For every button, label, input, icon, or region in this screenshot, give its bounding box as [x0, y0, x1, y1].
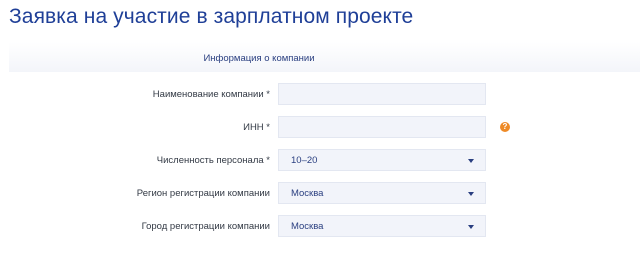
staff-count-value: 10–20: [291, 155, 318, 166]
page-title: Заявка на участие в зарплатном проекте: [9, 5, 414, 28]
chevron-down-icon: [468, 225, 474, 229]
inn-row: ИНН * ?: [0, 116, 640, 140]
inn-label: ИНН *: [243, 122, 270, 133]
city-label: Город регистрации компании: [141, 221, 270, 232]
company-name-input[interactable]: [278, 83, 486, 105]
help-icon[interactable]: ?: [500, 122, 510, 132]
region-row: Регион регистрации компании Москва: [0, 182, 640, 206]
chevron-down-icon: [468, 192, 474, 196]
company-name-label: Наименование компании *: [152, 89, 270, 100]
staff-count-label: Численность персонала *: [156, 155, 270, 166]
city-value: Москва: [291, 221, 324, 232]
region-value: Москва: [291, 188, 324, 199]
company-name-row: Наименование компании *: [0, 83, 640, 107]
staff-count-row: Численность персонала * 10–20: [0, 149, 640, 173]
city-row: Город регистрации компании Москва: [0, 215, 640, 239]
section-title: Информация о компании: [203, 53, 315, 64]
staff-count-select[interactable]: 10–20: [278, 149, 486, 171]
chevron-down-icon: [468, 159, 474, 163]
region-label: Регион регистрации компании: [136, 188, 270, 199]
inn-input[interactable]: [278, 116, 486, 138]
region-select[interactable]: Москва: [278, 182, 486, 204]
city-select[interactable]: Москва: [278, 215, 486, 237]
section-header: Информация о компании: [9, 42, 640, 72]
